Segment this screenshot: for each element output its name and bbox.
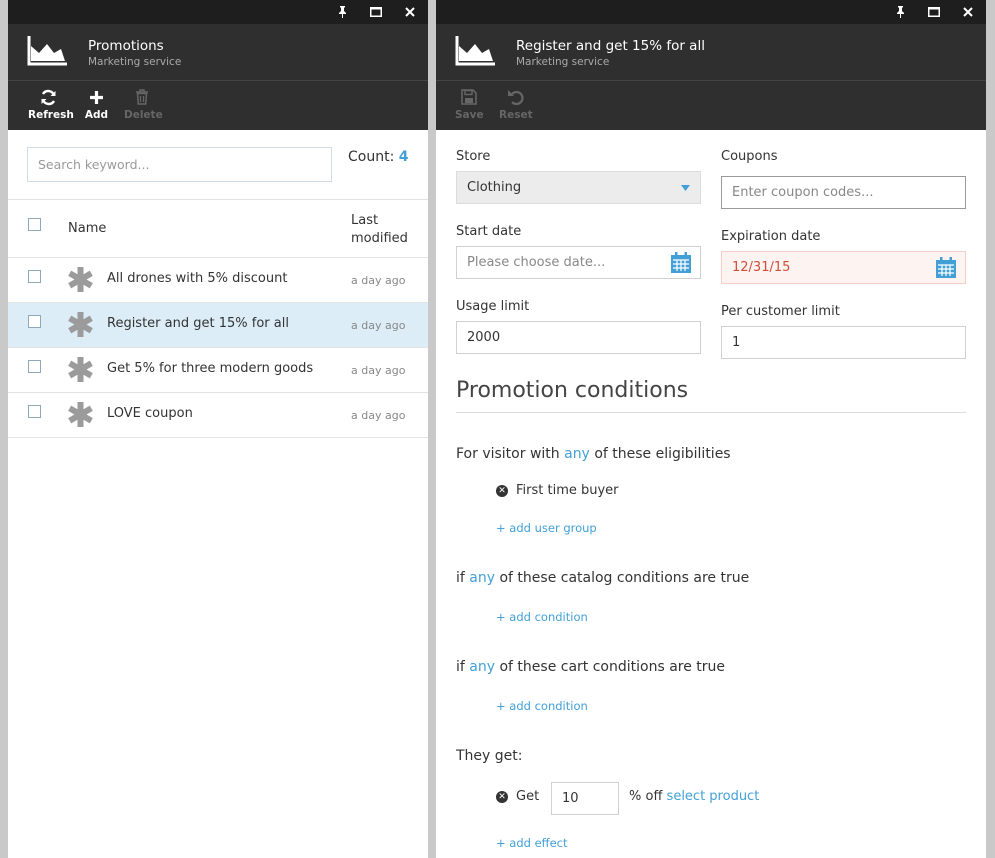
add-button[interactable]: Add (84, 87, 109, 121)
promotion-name: All drones with 5% discount (107, 271, 288, 286)
pin-icon[interactable] (888, 0, 912, 24)
column-last-modified: Last modified (351, 213, 408, 246)
divider (456, 412, 966, 413)
coupons-input[interactable]: Enter coupon codes... (721, 176, 966, 209)
promotion-name: LOVE coupon (107, 406, 193, 421)
promotion-name: Get 5% for three modern goods (107, 361, 314, 376)
usage-limit-label: Usage limit (456, 299, 530, 314)
blade-toolbar: Refresh Add Delete (8, 80, 428, 130)
table-header: Name Last modified (8, 200, 428, 258)
visitor-eligibility-sentence: For visitor with any of these eligibilit… (456, 446, 731, 462)
calendar-icon[interactable] (670, 251, 692, 278)
per-customer-limit-label: Per customer limit (721, 304, 840, 319)
table-row[interactable]: LOVE coupon a day ago (8, 393, 428, 438)
maximize-icon[interactable] (922, 0, 946, 24)
promotions-list: All drones with 5% discount a day ago Regi… (8, 258, 428, 438)
refresh-icon (28, 87, 68, 107)
cart-conditions-sentence: if any of these cart conditions are true (456, 659, 726, 675)
conditions-heading: Promotion conditions (456, 378, 689, 403)
start-date-input[interactable]: Please choose date... (456, 246, 701, 279)
search-input[interactable] (27, 147, 332, 182)
promotion-asterisk-icon (68, 267, 93, 296)
promotion-asterisk-icon (68, 402, 93, 431)
close-icon[interactable] (956, 0, 980, 24)
save-button[interactable]: Save (455, 87, 484, 121)
chart-logo-icon (27, 36, 67, 70)
blade-toolbar: Save Reset (436, 80, 986, 130)
discount-percent-input[interactable]: 10 (551, 782, 619, 815)
blade-header: Promotions Marketing service (8, 24, 428, 80)
catalog-conditions-sentence: if any of these catalog conditions are t… (456, 570, 750, 586)
store-select[interactable]: Clothing (456, 171, 701, 204)
last-modified: a day ago (351, 274, 406, 287)
add-catalog-condition-link[interactable]: + add condition (496, 610, 588, 624)
undo-icon (499, 87, 531, 107)
row-checkbox[interactable] (28, 360, 41, 373)
last-modified: a day ago (351, 319, 406, 332)
usage-limit-input[interactable]: 2000 (456, 321, 701, 354)
expiration-date-input[interactable]: 12/31/15 (721, 251, 966, 284)
row-checkbox[interactable] (28, 315, 41, 328)
expiration-date-label: Expiration date (721, 229, 821, 244)
row-checkbox[interactable] (28, 405, 41, 418)
remove-icon[interactable]: ✕ (496, 790, 508, 803)
table-row[interactable]: All drones with 5% discount a day ago (8, 258, 428, 303)
last-modified: a day ago (351, 364, 406, 377)
save-icon (455, 87, 483, 107)
any-operator-link[interactable]: any (469, 570, 495, 586)
column-name: Name (68, 221, 107, 236)
delete-button[interactable]: Delete (124, 87, 163, 121)
blade-subtitle: Marketing service (516, 56, 610, 68)
store-label: Store (456, 149, 491, 164)
promotion-name: Register and get 15% for all (107, 316, 289, 331)
refresh-button[interactable]: Refresh (28, 87, 74, 121)
trash-icon (124, 87, 160, 107)
remove-icon[interactable]: ✕ (496, 484, 508, 497)
blade-subtitle: Marketing service (88, 56, 182, 68)
table-row[interactable]: Register and get 15% for all a day ago (8, 303, 428, 348)
count-display: Count: 4 (348, 149, 409, 165)
reward-chip: ✕ Get (496, 789, 539, 804)
count-value: 4 (398, 149, 409, 165)
any-operator-link[interactable]: any (564, 446, 590, 462)
blade-titlebar (436, 0, 986, 24)
blade-header: Register and get 15% for all Marketing s… (436, 24, 986, 80)
add-cart-condition-link[interactable]: + add condition (496, 699, 588, 713)
caret-down-icon (681, 180, 690, 195)
last-modified: a day ago (351, 409, 406, 422)
reset-button[interactable]: Reset (499, 87, 533, 121)
blade-title: Register and get 15% for all (516, 38, 705, 54)
promotions-blade: Promotions Marketing service Refresh Add… (8, 0, 428, 858)
select-all-checkbox[interactable] (28, 218, 41, 231)
promotion-detail-blade: Register and get 15% for all Marketing s… (436, 0, 986, 858)
start-date-label: Start date (456, 224, 522, 239)
blade-title: Promotions (88, 38, 164, 54)
pin-icon[interactable] (330, 0, 354, 24)
promotion-asterisk-icon (68, 357, 93, 386)
close-icon[interactable] (398, 0, 422, 24)
row-checkbox[interactable] (28, 270, 41, 283)
plus-icon (84, 87, 109, 107)
chart-logo-icon (455, 36, 495, 70)
promotion-asterisk-icon (68, 312, 93, 341)
add-user-group-link[interactable]: + add user group (496, 521, 597, 535)
percent-off-text: % off select product (629, 789, 760, 804)
maximize-icon[interactable] (364, 0, 388, 24)
add-effect-link[interactable]: + add effect (496, 836, 568, 850)
table-row[interactable]: Get 5% for three modern goods a day ago (8, 348, 428, 393)
coupons-label: Coupons (721, 149, 778, 164)
calendar-icon[interactable] (935, 256, 957, 283)
eligibility-chip: ✕ First time buyer (496, 483, 619, 498)
select-product-link[interactable]: select product (667, 789, 760, 804)
per-customer-limit-input[interactable]: 1 (721, 326, 966, 359)
they-get-label: They get: (456, 748, 523, 764)
blade-titlebar (8, 0, 428, 24)
search-row: Count: 4 (8, 130, 428, 200)
any-operator-link[interactable]: any (469, 659, 495, 675)
